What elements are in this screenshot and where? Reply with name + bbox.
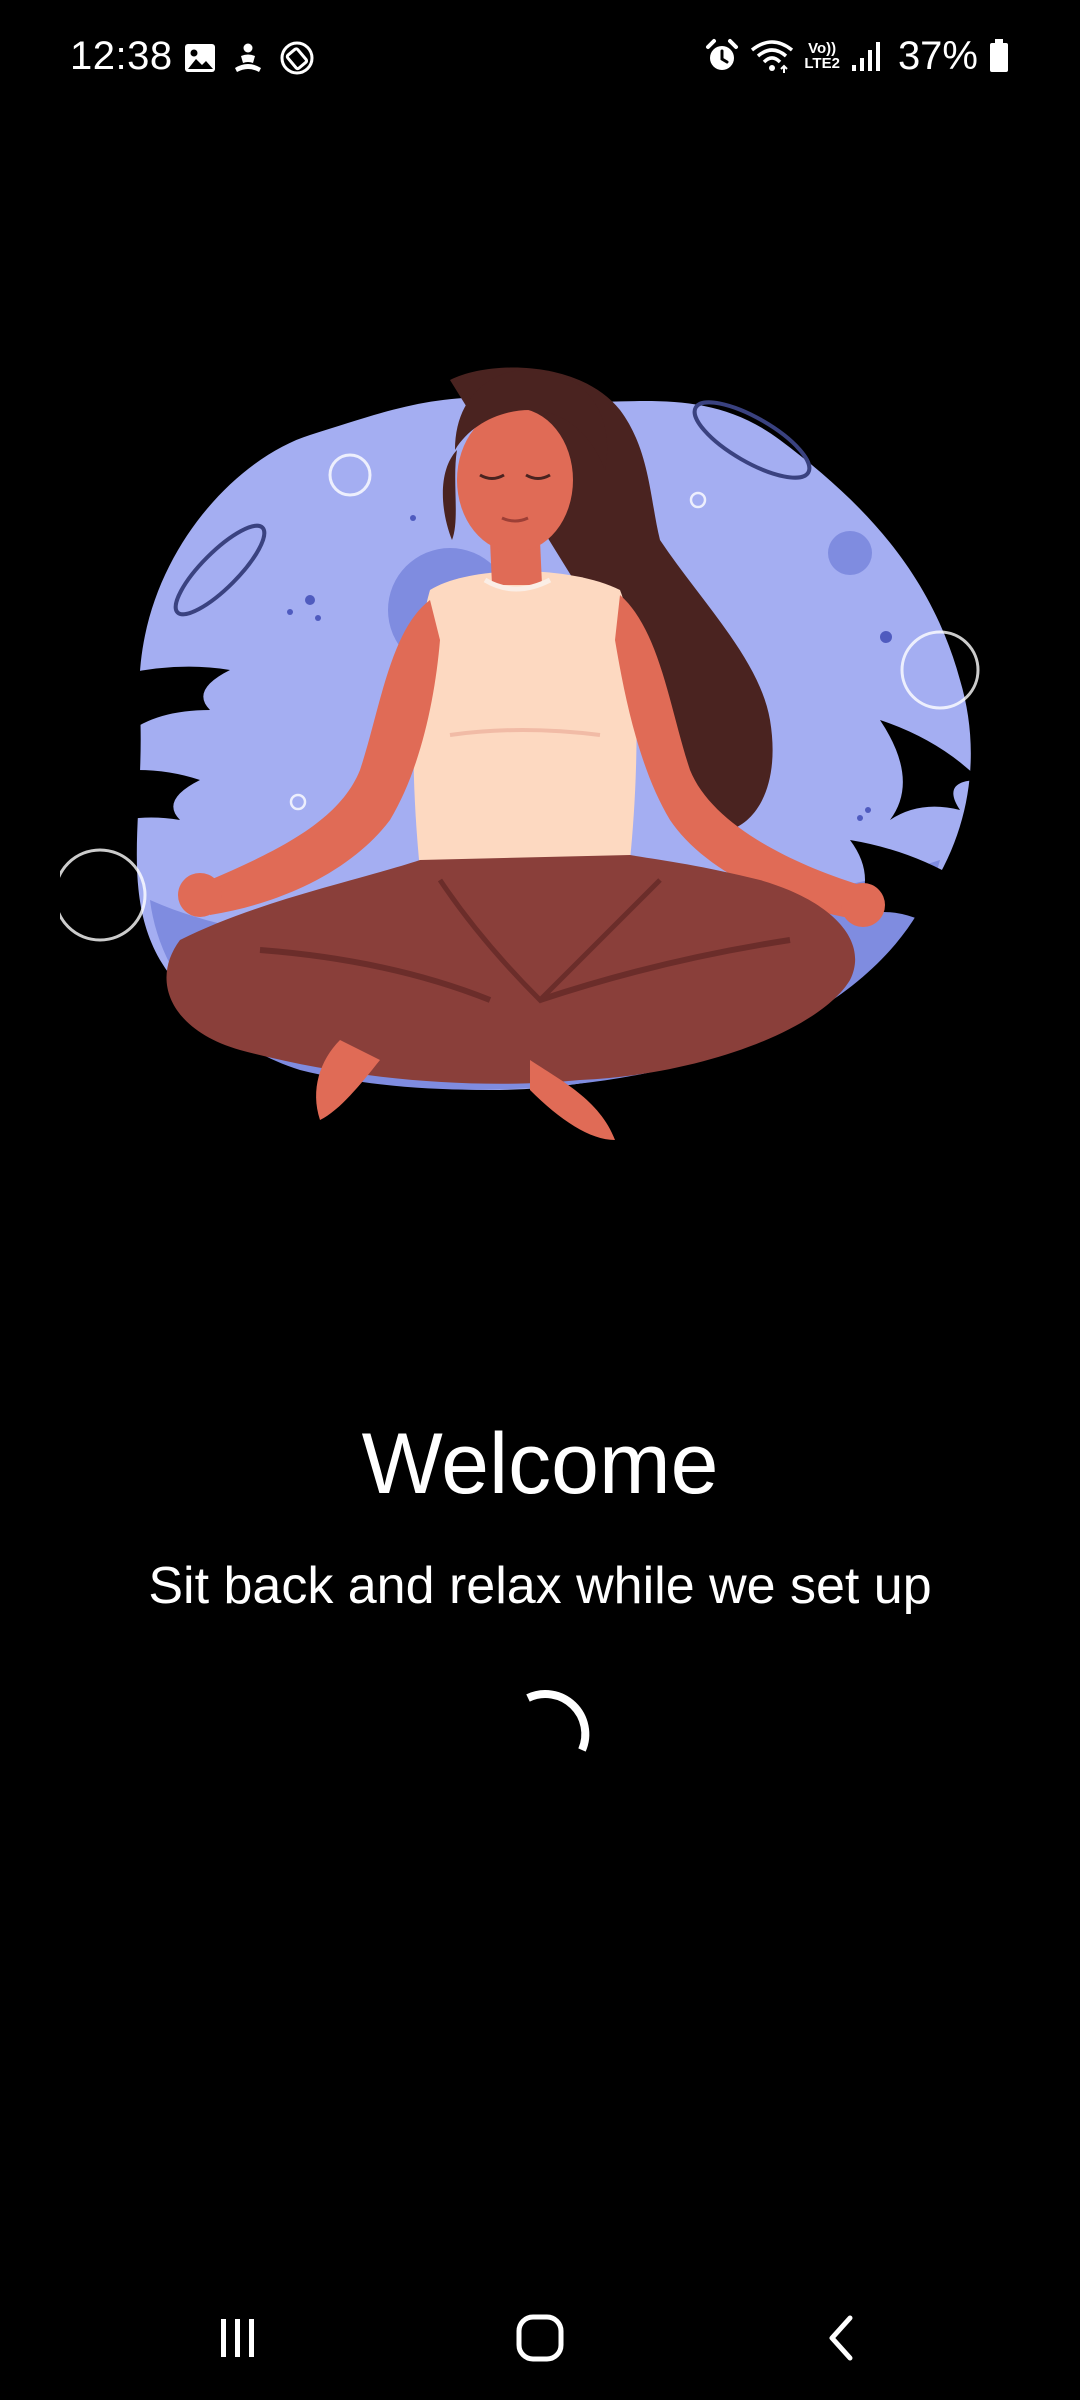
back-button[interactable] [802, 2308, 882, 2372]
recent-apps-icon [215, 2315, 261, 2366]
gallery-icon [183, 41, 217, 80]
wifi-icon [750, 38, 794, 74]
status-left-icons [183, 40, 315, 80]
volte-label: Vo)) [808, 40, 837, 57]
meditating-woman-illustration [53, 340, 1000, 1200]
welcome-subtitle: Sit back and relax while we set up [148, 1557, 932, 1615]
alarm-icon [704, 38, 740, 74]
screen-rotation-icon [279, 40, 315, 81]
status-right-icons: Vo)) LTE2 37% [704, 32, 1010, 80]
lte-label: LTE2 [804, 55, 840, 72]
welcome-title: Welcome [361, 1416, 719, 1512]
recent-apps-button[interactable] [198, 2308, 278, 2372]
battery-icon [988, 38, 1010, 74]
volte-lte2-icon: Vo)) LTE2 [804, 41, 840, 71]
status-bar: 12:38 Vo)) LTE2 37% [0, 0, 1080, 120]
home-icon [515, 2313, 565, 2368]
battery-percent: 37% [897, 33, 978, 78]
meditation-notification-icon [231, 41, 265, 80]
navigation-bar [0, 2280, 1080, 2400]
loading-spinner [500, 1680, 600, 1780]
home-button[interactable] [500, 2308, 580, 2372]
signal-icon [850, 39, 884, 73]
status-time: 12:38 [70, 34, 173, 78]
back-icon [822, 2313, 862, 2368]
